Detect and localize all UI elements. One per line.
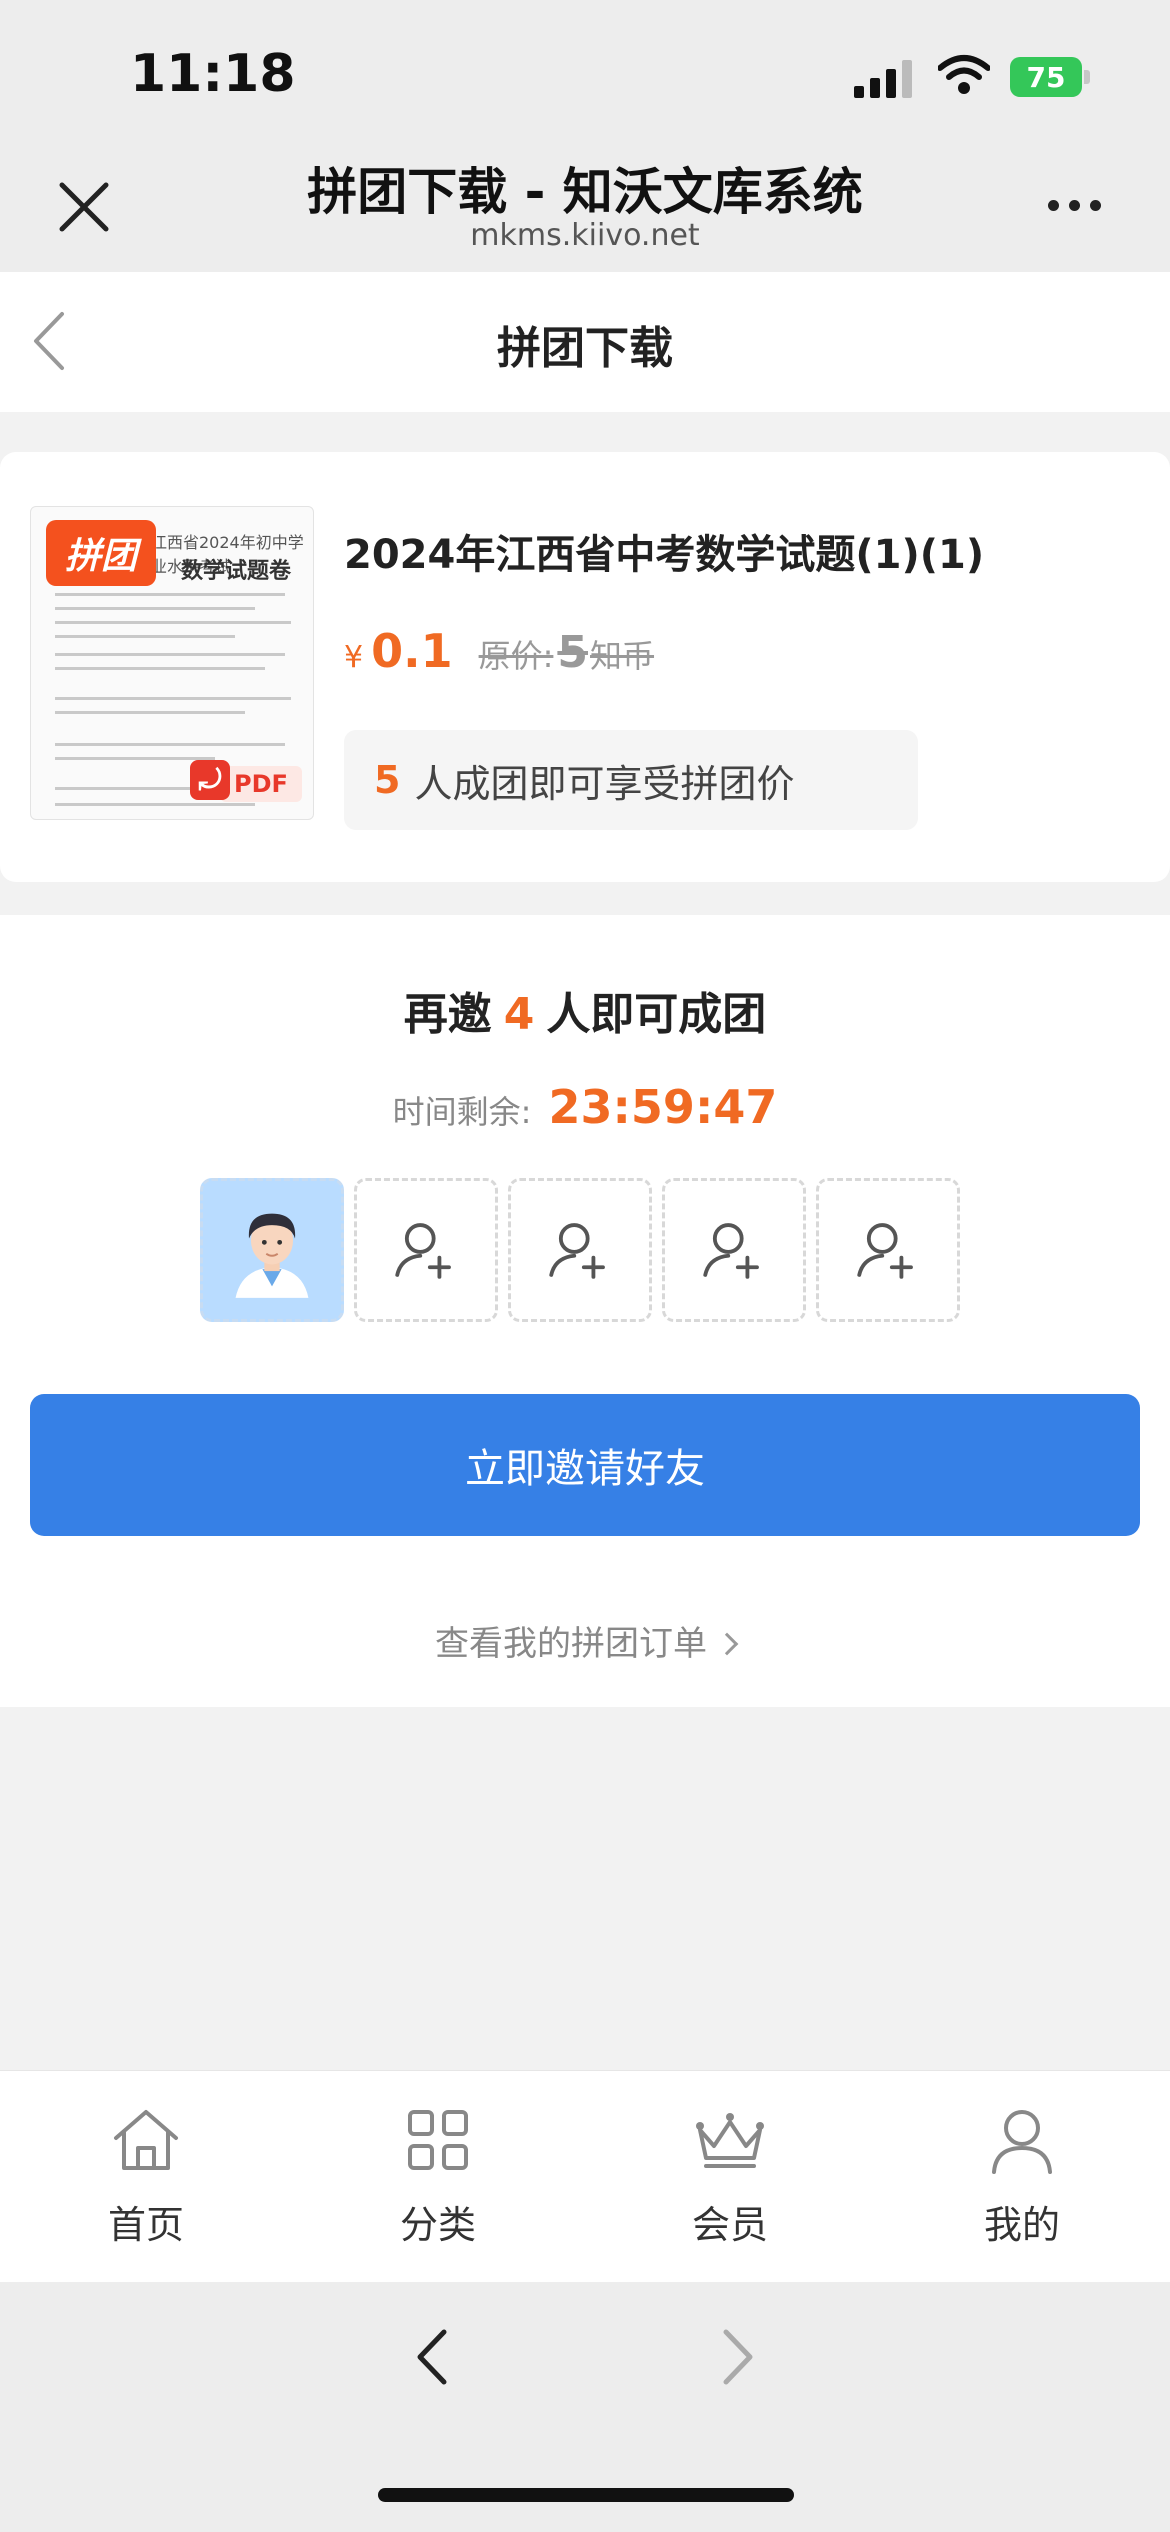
browser-forward-icon[interactable] (712, 2322, 762, 2392)
add-user-icon (703, 1223, 759, 1279)
browser-url: mkms.kiivo.net (470, 218, 700, 253)
original-price-unit: 知币 (590, 637, 655, 675)
nav-item-category[interactable]: 分类 (338, 2100, 538, 2260)
group-buy-badge: 拼团 (46, 520, 156, 586)
remaining-count: 4 (503, 989, 535, 1040)
pdf-icon: ⤾ (190, 760, 230, 800)
invite-title: 再邀 4 人即可成团 (0, 978, 1170, 1042)
nav-label-category: 分类 (399, 2203, 476, 2247)
invite-title-prefix: 再邀 (403, 989, 492, 1040)
document-name: 2024年江西省中考数学试题(1)(1) (344, 532, 985, 578)
home-indicator[interactable] (378, 2488, 794, 2502)
invite-title-suffix: 人即可成团 (546, 989, 767, 1040)
pdf-badge: PDF ⤾ (190, 760, 302, 804)
crown-icon (696, 2113, 764, 2168)
more-options-icon[interactable] (1048, 196, 1120, 215)
nav-item-home[interactable]: 首页 (46, 2100, 246, 2260)
thumbnail-exam-title: 数学试题卷 (181, 559, 292, 584)
price-currency: ¥ (344, 640, 364, 675)
nav-label-member: 会员 (691, 2203, 768, 2247)
grid-icon (408, 2110, 468, 2170)
original-price: 原价: 5 知币 (479, 627, 654, 678)
my-group-orders-link[interactable]: 查看我的拼团订单 (0, 1616, 1170, 1665)
user-icon (992, 2110, 1052, 2174)
page-title: 拼团下载 (497, 323, 673, 374)
countdown-label: 时间剩余: (392, 1093, 532, 1131)
battery-level: 75 (1010, 57, 1082, 97)
pdf-label: PDF (220, 766, 302, 802)
empty-member-slot[interactable] (662, 1178, 806, 1322)
nav-item-mine[interactable]: 我的 (922, 2100, 1122, 2260)
browser-back-icon[interactable] (408, 2322, 458, 2392)
empty-member-slot[interactable] (508, 1178, 652, 1322)
doctor-avatar-icon (235, 1213, 309, 1298)
group-size-text: 人成团即可享受拼团价 (414, 761, 795, 806)
countdown-timer: 23:59:47 (548, 1080, 778, 1134)
original-price-value: 5 (557, 627, 589, 678)
nav-item-member[interactable]: 会员 (630, 2100, 830, 2260)
group-size-hint: 5 人成团即可享受拼团价 (344, 730, 918, 830)
my-group-orders-label: 查看我的拼团订单 (435, 1624, 707, 1664)
home-icon (114, 2110, 178, 2170)
status-time: 11:18 (130, 44, 296, 104)
wifi-icon (938, 55, 990, 94)
original-price-label: 原价: (478, 637, 554, 675)
group-size-count: 5 (374, 758, 401, 802)
empty-member-slot[interactable] (354, 1178, 498, 1322)
chevron-right-icon (715, 1632, 739, 1656)
member-slot-avatar (200, 1178, 344, 1322)
nav-label-mine: 我的 (983, 2203, 1060, 2247)
price-row: ¥ 0.1 原价: 5 知币 (344, 624, 654, 684)
invite-friends-button[interactable]: 立即邀请好友 (30, 1394, 1140, 1536)
battery-icon: 75 (1010, 57, 1090, 97)
add-user-icon (857, 1223, 913, 1279)
add-user-icon (395, 1223, 451, 1279)
add-user-icon (549, 1223, 605, 1279)
cellular-signal-icon (854, 60, 912, 98)
group-price: 0.1 (371, 624, 453, 678)
browser-page-title: 拼团下载 - 知沃文库系统 (307, 163, 863, 221)
countdown-row: 时间剩余: 23:59:47 (0, 1080, 1170, 1134)
empty-member-slot[interactable] (816, 1178, 960, 1322)
nav-label-home: 首页 (107, 2203, 184, 2247)
